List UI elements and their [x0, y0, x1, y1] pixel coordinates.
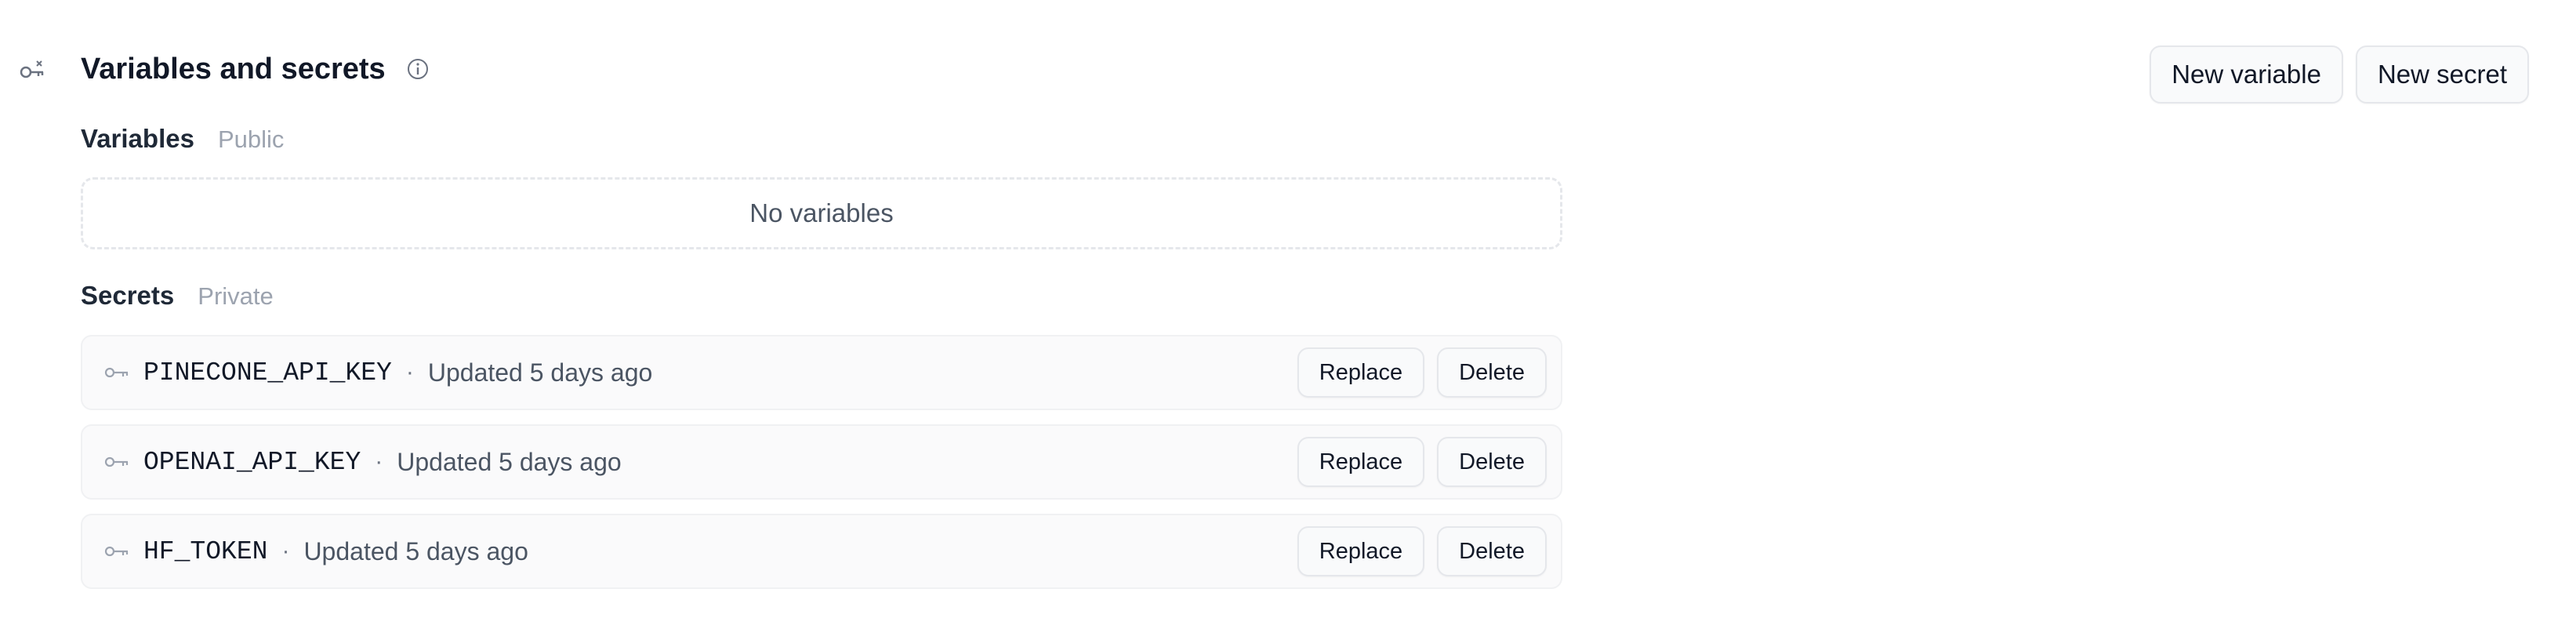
key-settings-icon [19, 56, 47, 85]
delete-button[interactable]: Delete [1437, 437, 1547, 487]
new-secret-button[interactable]: New secret [2355, 45, 2529, 104]
variables-visibility: Public [217, 125, 285, 153]
secret-name: OPENAI_API_KEY [143, 447, 361, 477]
secrets-visibility: Private [198, 282, 274, 310]
separator-dot: · [405, 359, 414, 385]
secret-updated: Updated 5 days ago [303, 536, 528, 565]
separator-dot: · [281, 538, 290, 564]
secret-name: PINECONE_API_KEY [143, 358, 392, 387]
secret-actions: Replace Delete [1297, 526, 1547, 576]
delete-button[interactable]: Delete [1437, 347, 1547, 398]
secrets-header: Secrets Private [81, 281, 274, 311]
key-icon [104, 454, 129, 470]
secret-actions: Replace Delete [1297, 347, 1547, 398]
secrets-label: Secrets [81, 281, 175, 310]
key-icon [104, 365, 129, 380]
variables-header: Variables Public [81, 124, 284, 154]
secret-row: HF_TOKEN · Updated 5 days ago Replace De… [81, 514, 1562, 589]
secret-row: OPENAI_API_KEY · Updated 5 days ago Repl… [81, 424, 1562, 500]
variables-label: Variables [81, 124, 194, 153]
variables-empty-state: No variables [81, 177, 1562, 249]
secret-actions: Replace Delete [1297, 437, 1547, 487]
secret-updated: Updated 5 days ago [427, 358, 653, 387]
secret-updated: Updated 5 days ago [397, 447, 622, 476]
replace-button[interactable]: Replace [1297, 437, 1425, 487]
section-actions: New variable New secret [2150, 45, 2529, 104]
key-icon [104, 544, 129, 559]
info-icon[interactable] [406, 57, 430, 81]
delete-button[interactable]: Delete [1437, 526, 1547, 576]
new-variable-button[interactable]: New variable [2150, 45, 2343, 104]
replace-button[interactable]: Replace [1297, 526, 1425, 576]
section-title: Variables and secrets [81, 52, 386, 85]
section-header: Variables and secrets [81, 47, 430, 91]
secret-name: HF_TOKEN [143, 536, 268, 566]
separator-dot: · [375, 449, 383, 474]
secret-row: PINECONE_API_KEY · Updated 5 days ago Re… [81, 335, 1562, 410]
replace-button[interactable]: Replace [1297, 347, 1425, 398]
